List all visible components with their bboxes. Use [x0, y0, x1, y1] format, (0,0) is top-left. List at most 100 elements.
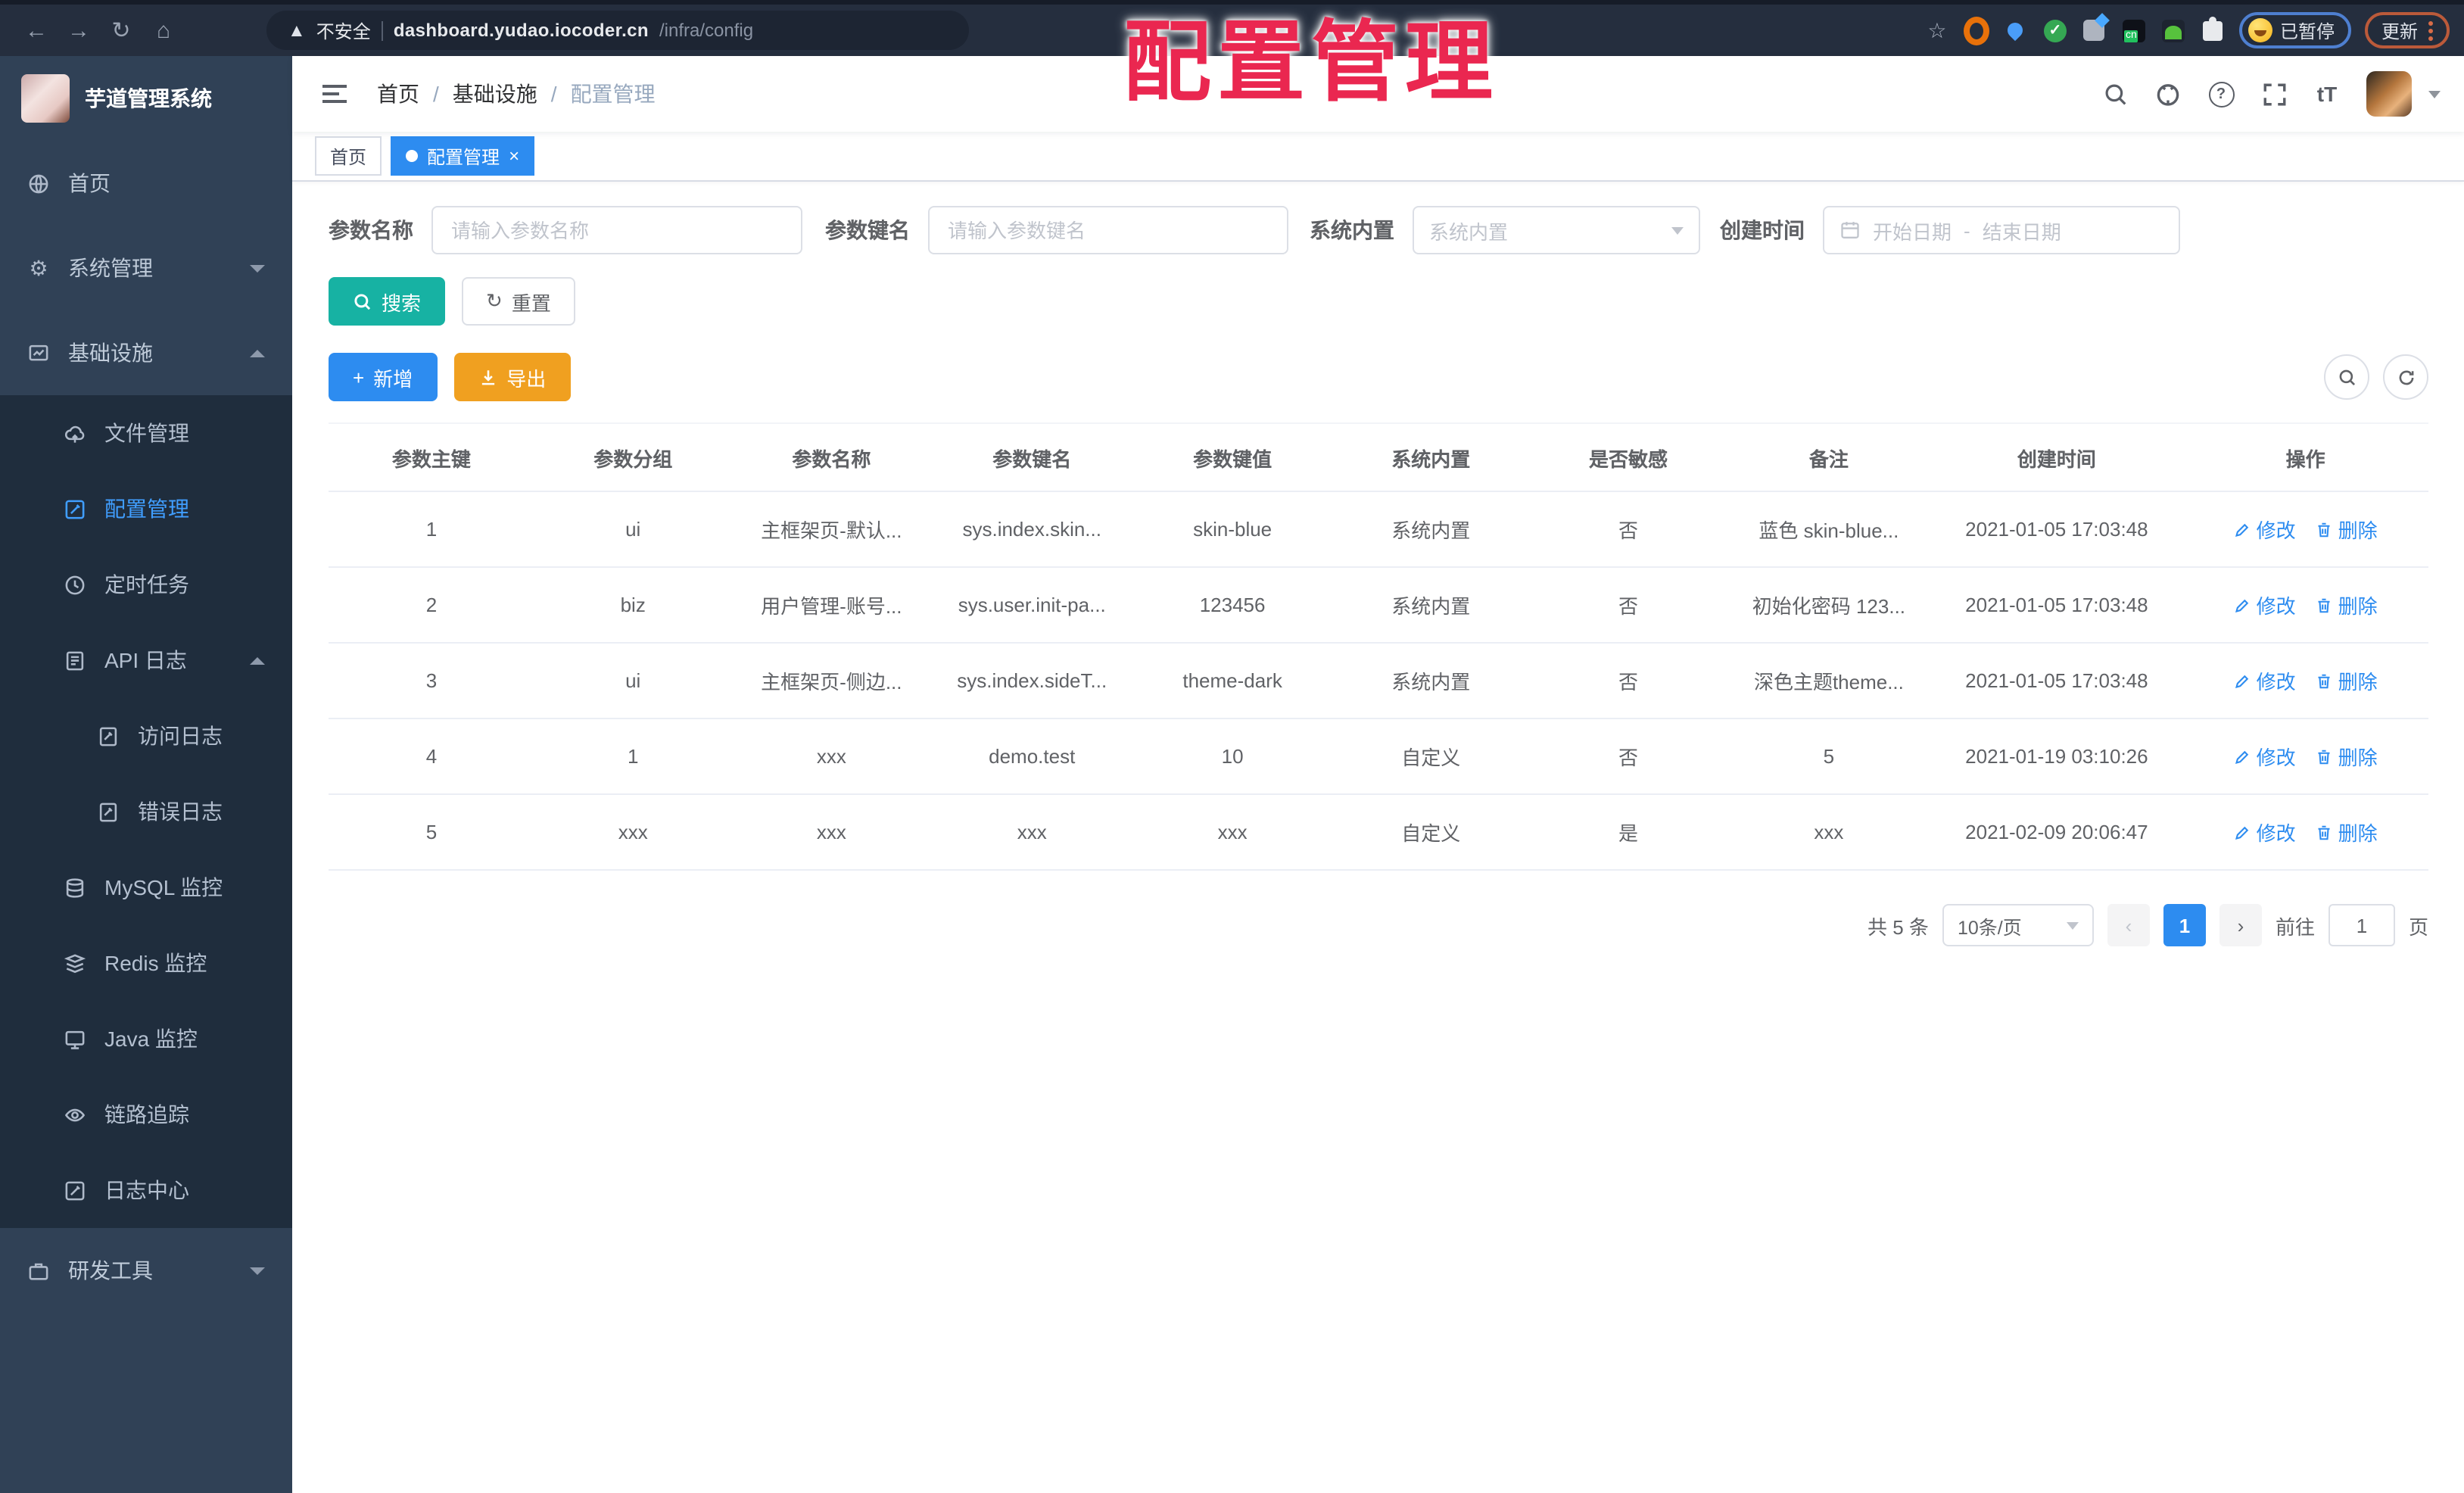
- sidebar-item-job[interactable]: 定时任务: [0, 547, 292, 622]
- sidebar-item-trace[interactable]: 链路追踪: [0, 1077, 292, 1152]
- tag-home[interactable]: 首页: [315, 136, 382, 176]
- filter-key-label: 参数键名: [825, 218, 910, 242]
- col-header: 参数名称: [731, 422, 932, 492]
- security-warning-icon[interactable]: ▲: [288, 20, 306, 41]
- log-center-icon: [64, 1179, 86, 1202]
- table-row: 3 ui 主框架页-侧边... sys.index.sideT... theme-d…: [329, 643, 2428, 719]
- sidebar-collapse-icon[interactable]: [316, 79, 353, 109]
- delete-link[interactable]: 删除: [2316, 591, 2378, 619]
- edit-link[interactable]: 修改: [2234, 742, 2296, 771]
- col-header: 操作: [2182, 422, 2428, 492]
- breadcrumb-infra[interactable]: 基础设施: [453, 79, 537, 109]
- edit-link[interactable]: 修改: [2234, 515, 2296, 544]
- sidebar-item-home[interactable]: 首页: [0, 141, 292, 226]
- profile-paused-badge[interactable]: 已暂停: [2238, 12, 2351, 48]
- address-bar[interactable]: ▲ 不安全 dashboard.yudao.iocoder.cn /infra/…: [266, 11, 969, 50]
- extension-pin-icon[interactable]: [2003, 17, 2029, 43]
- mysql-database-icon: [64, 876, 86, 899]
- refresh-icon: ↻: [486, 289, 503, 312]
- sidebar-item-error-log[interactable]: 错误日志: [0, 774, 292, 849]
- refresh-table-button[interactable]: [2383, 354, 2428, 400]
- reset-button[interactable]: ↻ 重置: [462, 277, 575, 326]
- browser-reload-icon[interactable]: ↻: [100, 9, 142, 51]
- fullscreen-icon[interactable]: [2260, 80, 2288, 108]
- sidebar-item-label: 配置管理: [104, 497, 189, 521]
- extensions-puzzle-icon[interactable]: [2200, 16, 2226, 43]
- next-page-button[interactable]: ›: [2219, 904, 2262, 946]
- extension-grid-icon[interactable]: [2082, 17, 2107, 43]
- extension-check-icon[interactable]: ✓: [2042, 17, 2068, 43]
- sidebar-item-label: 基础设施: [68, 341, 153, 365]
- extension-cn-icon[interactable]: [2121, 17, 2147, 43]
- browser-update-button[interactable]: 更新: [2364, 12, 2450, 48]
- delete-link[interactable]: 删除: [2316, 742, 2378, 771]
- sidebar-item-devtools[interactable]: 研发工具: [0, 1228, 292, 1313]
- font-size-icon[interactable]: tT: [2313, 80, 2341, 108]
- browser-toolbar: ← → ↻ ⌂ ▲ 不安全 dashboard.yudao.iocoder.cn…: [0, 0, 2464, 56]
- sidebar-item-infra[interactable]: 基础设施: [0, 310, 292, 395]
- browser-back-icon[interactable]: ←: [15, 9, 58, 51]
- current-page[interactable]: 1: [2163, 904, 2206, 946]
- edit-link[interactable]: 修改: [2234, 666, 2296, 695]
- sidebar-item-mysql[interactable]: MySQL 监控: [0, 849, 292, 925]
- eye-icon: [64, 1103, 86, 1126]
- sidebar-item-label: Redis 监控: [104, 951, 207, 975]
- browser-menu-icon[interactable]: [2428, 20, 2433, 40]
- breadcrumb-current: 配置管理: [570, 82, 656, 106]
- goto-page-input[interactable]: [2328, 904, 2395, 946]
- cloud-upload-icon: [64, 422, 86, 444]
- header-search-icon[interactable]: [2101, 80, 2129, 108]
- page-content: 参数名称 参数键名 系统内置 系统内置 创建时间 开始日期: [292, 182, 2464, 1493]
- chevron-up-icon: [250, 656, 265, 664]
- delete-link[interactable]: 删除: [2316, 515, 2378, 544]
- breadcrumb-home[interactable]: 首页: [377, 79, 419, 109]
- extension-tampermonkey-icon[interactable]: [2160, 17, 2186, 43]
- date-separator: -: [1964, 219, 1970, 242]
- edit-link[interactable]: 修改: [2234, 818, 2296, 846]
- browser-forward-icon[interactable]: →: [58, 9, 100, 51]
- avatar-caret-down-icon[interactable]: [2428, 90, 2441, 98]
- sidebar-item-log-center[interactable]: 日志中心: [0, 1152, 292, 1228]
- sidebar-item-config[interactable]: 配置管理: [0, 471, 292, 547]
- toggle-search-button[interactable]: [2324, 354, 2369, 400]
- create-time-range-picker[interactable]: 开始日期 - 结束日期: [1823, 206, 2180, 254]
- tag-config-active[interactable]: 配置管理 ×: [391, 136, 535, 176]
- url-host: dashboard.yudao.iocoder.cn: [393, 20, 649, 41]
- prev-page-button[interactable]: ‹: [2107, 904, 2150, 946]
- tag-label: 配置管理: [427, 146, 500, 167]
- sidebar-item-label: 文件管理: [104, 421, 189, 445]
- filter-date-label: 创建时间: [1720, 218, 1805, 242]
- sidebar-item-label: 研发工具: [68, 1258, 153, 1283]
- param-name-input[interactable]: [431, 206, 802, 254]
- delete-link[interactable]: 删除: [2316, 818, 2378, 846]
- github-icon[interactable]: [2154, 80, 2182, 108]
- tag-close-icon[interactable]: ×: [509, 147, 519, 165]
- extension-ring-icon[interactable]: [1963, 16, 1989, 45]
- sidebar-item-api-log[interactable]: API 日志: [0, 622, 292, 698]
- goto-suffix: 页: [2408, 915, 2428, 938]
- delete-link[interactable]: 删除: [2316, 666, 2378, 695]
- chevron-up-icon: [250, 349, 265, 357]
- sidebar-item-system[interactable]: ⚙ 系统管理: [0, 226, 292, 310]
- sidebar-item-label: 日志中心: [104, 1178, 189, 1202]
- gear-icon: ⚙: [29, 255, 48, 279]
- sidebar: 芋道管理系统 首页 ⚙ 系统管理 基础设施 文件管理 配置管理 定时任务 API…: [0, 56, 292, 1493]
- sidebar-item-java[interactable]: Java 监控: [0, 1001, 292, 1077]
- sidebar-item-redis[interactable]: Redis 监控: [0, 925, 292, 1001]
- export-button[interactable]: 导出: [453, 353, 571, 401]
- page-size-select[interactable]: 10条/页: [1942, 904, 2094, 946]
- browser-home-icon[interactable]: ⌂: [142, 9, 185, 51]
- app-logo-row[interactable]: 芋道管理系统: [0, 56, 292, 141]
- sidebar-item-file[interactable]: 文件管理: [0, 395, 292, 471]
- add-button[interactable]: + 新增: [329, 353, 438, 401]
- bookmark-star-icon[interactable]: ☆: [1924, 17, 1950, 43]
- user-avatar[interactable]: [2366, 71, 2412, 117]
- param-key-input[interactable]: [928, 206, 1288, 254]
- sidebar-item-access-log[interactable]: 访问日志: [0, 698, 292, 774]
- config-table: 参数主键 参数分组 参数名称 参数键名 参数键值 系统内置 是否敏感 备注 创建…: [329, 422, 2428, 871]
- app-logo: [21, 74, 70, 123]
- search-button[interactable]: 搜索: [329, 277, 446, 326]
- help-icon[interactable]: ?: [2207, 80, 2235, 108]
- edit-link[interactable]: 修改: [2234, 591, 2296, 619]
- system-builtin-select[interactable]: 系统内置: [1413, 206, 1700, 254]
